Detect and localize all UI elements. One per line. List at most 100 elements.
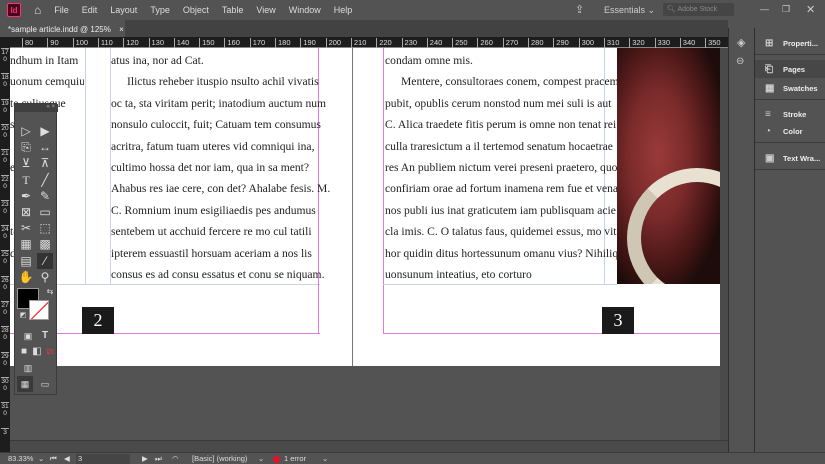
text-line: res An publiem nictum verei preseni prae… [385, 160, 618, 174]
screen-mode-icon[interactable]: ▥ [20, 360, 36, 376]
vertical-scrollbar[interactable] [720, 48, 728, 440]
document-canvas[interactable]: ndhum in Itamuonum cemquiute culiusquesu… [10, 48, 728, 440]
next-page-button[interactable]: ▶ [142, 454, 148, 463]
panel-properties[interactable]: ⊞ Properti... [755, 34, 825, 52]
links-icon[interactable]: ⊖ [736, 56, 744, 67]
scissors-tool-icon[interactable]: ✂ [18, 220, 34, 236]
close-tab-icon[interactable]: × [119, 25, 124, 34]
menu-edit[interactable]: Edit [82, 5, 98, 15]
menu-layout[interactable]: Layout [110, 5, 137, 15]
panel-label: Color [783, 126, 803, 136]
panel-swatches[interactable]: ▦ Swatches [755, 79, 825, 97]
menu-view[interactable]: View [256, 5, 275, 15]
errors-dropdown-icon[interactable]: ⌄ [322, 454, 328, 463]
panel-text-wrap[interactable]: ▣ Text Wra... [755, 149, 825, 167]
ruler-label: 100 [72, 38, 88, 48]
note-tool-icon[interactable]: ▤ [18, 253, 34, 269]
zoom-level[interactable]: 83.33% [8, 454, 33, 463]
menu-file[interactable]: File [54, 5, 69, 15]
type-tool-icon[interactable]: T [18, 172, 34, 188]
panel-pages[interactable]: ⎗ Pages [755, 60, 825, 78]
swap-fill-stroke-icon[interactable]: ⇆ [42, 284, 58, 300]
document-tab[interactable]: *sample article.indd @ 125% × [0, 20, 125, 37]
gradient-feather-tool-icon[interactable]: ▩ [37, 236, 53, 252]
search-placeholder: Adobe Stock [677, 6, 718, 13]
page-3: condam omne mis. Mentere, consultoraes co… [353, 48, 720, 366]
error-count[interactable]: 1 error [284, 454, 306, 463]
rectangle-tool-icon[interactable]: ▭ [37, 204, 53, 220]
panel-label: Properti... [783, 38, 819, 48]
eyedropper-tool-icon[interactable]: ⁄ [37, 253, 53, 269]
close-window-button[interactable]: ✕ [806, 3, 815, 16]
text-line: Ahabus res iae cere, con det? Ahalabe fe… [111, 182, 331, 196]
text-line: C. Alica traedete fitis perum is omne no… [385, 118, 617, 132]
menu-window[interactable]: Window [289, 5, 321, 15]
preview-mode-icon[interactable]: ▭ [37, 376, 53, 392]
vertical-ruler[interactable]: 170 180 190 200 210 220 230 240 250 260 270 280 290 3… [0, 37, 10, 452]
rectangle-frame-tool-icon[interactable]: ⊠ [18, 204, 34, 220]
profile-dropdown-icon[interactable]: ⌄ [258, 454, 264, 463]
gap-tool-icon[interactable]: ↔ [37, 139, 53, 155]
formatting-container-icon[interactable]: ▣ [20, 328, 36, 344]
line-tool-icon[interactable]: ╱ [37, 172, 53, 188]
normal-view-icon[interactable]: ▦ [17, 376, 33, 392]
menu-object[interactable]: Object [183, 5, 209, 15]
ruler-label: 180 [275, 38, 291, 48]
gradient-swatch-tool-icon[interactable]: ▦ [18, 236, 34, 252]
ruler-label: 290 [553, 38, 569, 48]
workspace-switcher[interactable]: Essentials ⌄ [604, 5, 655, 16]
pen-tool-icon[interactable]: ✒ [18, 188, 34, 204]
text-line: C. Romnium inum esigiliaedis pes andumus [111, 203, 316, 217]
zoom-dropdown-icon[interactable]: ⌄ [38, 454, 44, 463]
page-number-field[interactable]: 3 [76, 454, 130, 464]
panel-stroke[interactable]: ≡ Stroke [755, 105, 825, 123]
direct-selection-tool-icon[interactable]: ▶ [37, 123, 53, 139]
apply-none-icon[interactable]: ⧄ [42, 344, 58, 360]
text-line: ipterem essuastil horsuam aceriam a nos … [111, 246, 312, 260]
share-icon[interactable]: ⇪ [575, 3, 584, 16]
stroke-swatch[interactable] [29, 300, 49, 320]
formatting-text-icon[interactable]: T [37, 328, 53, 344]
menu-type[interactable]: Type [150, 5, 170, 15]
text-frame-column-2[interactable]: atus ina, nor ad Cat. Ilictus reheber itu… [111, 50, 330, 285]
horizontal-scrollbar[interactable] [10, 440, 728, 452]
page-tool-icon[interactable]: ⎘ [18, 139, 34, 155]
content-collector-icon[interactable]: ⊻ [18, 155, 34, 171]
properties-icon: ⊞ [765, 37, 774, 49]
preflight-profile[interactable]: [Basic] (working) [192, 454, 247, 463]
pencil-tool-icon[interactable]: ✎ [37, 188, 53, 204]
page-number-3: 3 [602, 307, 634, 334]
text-line: acritra, fatum tuam uteres vid comniqui … [111, 139, 315, 153]
minimize-button[interactable]: — [760, 4, 769, 14]
ruler-label: 220 [376, 38, 392, 48]
free-transform-tool-icon[interactable]: ⬚ [37, 220, 53, 236]
first-page-button[interactable]: ⏮ [50, 454, 57, 464]
hand-tool-icon[interactable]: ✋ [18, 269, 34, 285]
open-preflight-icon[interactable]: ◠ [172, 454, 179, 463]
text-line: Mentere, consultoraes conem, compest pra… [401, 75, 619, 89]
home-icon[interactable]: ⌂ [34, 3, 41, 17]
text-frame[interactable]: condam omne mis. Mentere, consultoraes co… [385, 50, 620, 285]
photo-image[interactable] [617, 48, 720, 284]
menu-help[interactable]: Help [334, 5, 353, 15]
last-page-button[interactable]: ⏭ [155, 454, 162, 464]
menu-table[interactable]: Table [222, 5, 244, 15]
ruler-label: 90 [47, 38, 59, 48]
previous-page-button[interactable]: ◀ [64, 454, 70, 463]
adobe-stock-search[interactable]: 🔍︎ Adobe Stock [663, 3, 734, 16]
horizontal-ruler[interactable]: 80 90 100 110 120 130 140 150 160 170 180 190 200 210… [10, 37, 728, 48]
ruler-label: 220 [1, 174, 9, 190]
content-placer-icon[interactable]: ⊼ [37, 155, 53, 171]
text-line: uonum cemquiu [10, 75, 84, 89]
selection-tool-icon[interactable]: ▷ [18, 123, 34, 139]
panel-label: Stroke [783, 109, 807, 119]
restore-button[interactable]: ❐ [782, 4, 790, 15]
default-colors-icon[interactable]: ◩ [15, 308, 31, 324]
ruler-label: 200 [325, 38, 341, 48]
layers-icon[interactable]: ◈ [737, 36, 745, 49]
text-wrap-icon: ▣ [765, 152, 775, 164]
panel-color[interactable]: ◔ Color [755, 122, 825, 140]
zoom-tool-icon[interactable]: ⚲ [37, 269, 53, 285]
text-line: cla imis. C. O talatus faus, quidemei es… [385, 225, 620, 239]
ruler-label: 230 [401, 38, 417, 48]
